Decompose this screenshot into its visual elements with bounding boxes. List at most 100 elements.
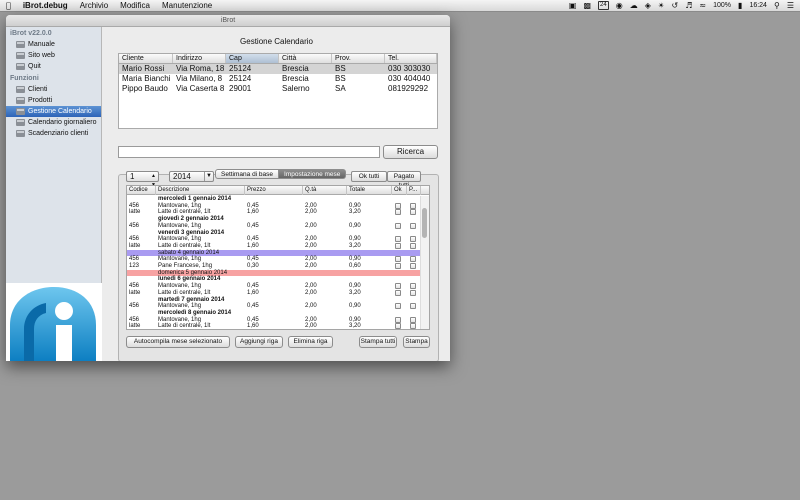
sync-icon[interactable]: ◉ bbox=[616, 1, 623, 10]
ok-checkbox[interactable] bbox=[395, 289, 401, 296]
spotlight-icon[interactable]: ⚲ bbox=[774, 1, 780, 10]
wifi-icon[interactable]: ≈ bbox=[699, 1, 706, 10]
table-row[interactable]: latte Latte di centrale, 1lt 1,60 2,00 3,20 bbox=[127, 242, 421, 250]
paid-all-button[interactable]: Pagato tutti bbox=[387, 171, 421, 189]
tab-settimana-di-base[interactable]: Settimana di base bbox=[215, 169, 280, 179]
ok-checkbox[interactable] bbox=[395, 236, 401, 243]
paid-checkbox[interactable] bbox=[410, 256, 416, 263]
table-row[interactable]: latte Latte di centrale, 1lt 1,60 2,00 3,20 bbox=[127, 323, 421, 329]
tab-impostazione-mese[interactable]: Impostazione mese bbox=[279, 169, 347, 179]
col-prov[interactable]: Prov. bbox=[332, 54, 385, 63]
apple-icon[interactable]:  bbox=[0, 1, 17, 10]
menu-archivio[interactable]: Archivio bbox=[74, 1, 114, 10]
ok-checkbox[interactable] bbox=[395, 323, 401, 329]
tag-icon[interactable]: ◈ bbox=[645, 1, 651, 10]
ok-checkbox[interactable] bbox=[395, 263, 401, 269]
ok-checkbox[interactable] bbox=[395, 283, 401, 290]
paid-checkbox[interactable] bbox=[410, 283, 416, 290]
table-row[interactable]: latte Latte di centrale, 1lt 1,60 2,00 3,20 bbox=[127, 209, 421, 216]
col-cap[interactable]: Cap bbox=[226, 54, 279, 63]
table-row[interactable]: latte Latte di centrale, 1lt 1,60 2,00 3,20 bbox=[127, 289, 421, 297]
table-row[interactable]: 123 Pane Francese, 1hg 0,30 2,00 0,60 bbox=[127, 263, 421, 270]
bluetooth-icon[interactable]: ✴ bbox=[658, 1, 665, 10]
menu-manutenzione[interactable]: Manutenzione bbox=[156, 1, 218, 10]
table-row[interactable]: 456 Mantovane, 1hg 0,45 2,00 0,90 bbox=[127, 236, 421, 243]
col-quantita[interactable]: Q.tà bbox=[303, 186, 347, 195]
col-codice[interactable]: Codice bbox=[127, 186, 156, 195]
time-machine-icon[interactable]: ↺ bbox=[672, 1, 679, 10]
col-indirizzo[interactable]: Indirizzo bbox=[173, 54, 226, 63]
col-prezzo[interactable]: Prezzo bbox=[245, 186, 303, 195]
paid-checkbox[interactable] bbox=[410, 242, 416, 249]
menu-app-name[interactable]: iBrot.debug bbox=[17, 1, 74, 10]
screenshot-icon[interactable]: ▣ bbox=[569, 1, 577, 10]
sidebar-item-clienti[interactable]: Clienti bbox=[6, 84, 101, 95]
clients-table[interactable]: Cliente Indirizzo Cap Città Prov. Tel. M… bbox=[118, 53, 438, 129]
table-row[interactable]: 456 Mantovane, 1hg 0,45 2,00 0,90 bbox=[127, 202, 421, 210]
day-header-row[interactable]: sabato 4 gennaio 2014 bbox=[127, 249, 421, 257]
calendar-day-icon[interactable]: 24 bbox=[598, 1, 609, 10]
search-input[interactable] bbox=[118, 146, 380, 158]
clock[interactable]: 16:24 bbox=[749, 2, 767, 9]
table-row[interactable]: 456 Mantovane, 1hg 0,45 2,00 0,90 bbox=[127, 222, 421, 230]
col-ok[interactable]: Ok bbox=[392, 186, 407, 195]
chevron-down-icon[interactable]: ▼ bbox=[204, 172, 213, 181]
cloud-icon[interactable]: ☁ bbox=[630, 1, 638, 10]
battery-icon[interactable]: ▮ bbox=[738, 1, 742, 10]
notification-center-icon[interactable]: ☰ bbox=[787, 1, 794, 10]
day-header-row[interactable]: domenica 5 gennaio 2014 bbox=[127, 269, 421, 277]
volume-icon[interactable]: ♬ bbox=[685, 1, 692, 10]
col-totale[interactable]: Totale bbox=[347, 186, 392, 195]
paid-checkbox[interactable] bbox=[410, 236, 416, 243]
sidebar-item-quit[interactable]: Quit bbox=[6, 61, 101, 72]
table-row[interactable]: 456 Mantovane, 1hg 0,45 2,00 0,90 bbox=[127, 283, 421, 290]
month-rows-table[interactable]: Codice Descrizione Prezzo Q.tà Totale Ok… bbox=[126, 185, 430, 330]
ok-checkbox[interactable] bbox=[395, 209, 401, 216]
day-header-row[interactable]: giovedì 2 gennaio 2014 bbox=[127, 216, 421, 223]
col-cliente[interactable]: Cliente bbox=[119, 54, 173, 63]
paid-checkbox[interactable] bbox=[410, 303, 416, 310]
paid-checkbox[interactable] bbox=[410, 263, 416, 269]
sidebar-item-scadenziario-clienti[interactable]: Scadenziario clienti bbox=[6, 128, 101, 139]
paid-checkbox[interactable] bbox=[410, 316, 416, 323]
sidebar-item-manuale[interactable]: Manuale bbox=[6, 39, 101, 50]
ok-checkbox[interactable] bbox=[395, 222, 401, 229]
sidebar-item-sito-web[interactable]: Sito web bbox=[6, 50, 101, 61]
day-header-row[interactable]: mercoledì 1 gennaio 2014 bbox=[127, 196, 421, 203]
ok-checkbox[interactable] bbox=[395, 242, 401, 249]
briefcase-icon[interactable]: ▩ bbox=[583, 1, 591, 10]
day-header-row[interactable]: lunedì 6 gennaio 2014 bbox=[127, 276, 421, 283]
day-header-row[interactable]: mercoledì 8 gennaio 2014 bbox=[127, 310, 421, 317]
table-row[interactable]: Maria Bianchi Via Milano, 8 25124 Brescia BS… bbox=[119, 74, 437, 84]
day-header-row[interactable]: martedì 7 gennaio 2014 bbox=[127, 297, 421, 304]
paid-checkbox[interactable] bbox=[410, 202, 416, 209]
paid-checkbox[interactable] bbox=[410, 222, 416, 229]
table-row[interactable]: 456 Mantovane, 1hg 0,45 2,00 0,90 bbox=[127, 256, 421, 263]
print-all-button[interactable]: Stampa tutti bbox=[359, 336, 397, 348]
ok-checkbox[interactable] bbox=[395, 202, 401, 209]
col-citta[interactable]: Città bbox=[279, 54, 332, 63]
delete-row-button[interactable]: Elimina riga bbox=[288, 336, 333, 348]
col-pagato[interactable]: P... bbox=[407, 186, 421, 195]
sidebar-item-calendario-giornaliero[interactable]: Calendario giornaliero bbox=[6, 117, 101, 128]
paid-checkbox[interactable] bbox=[410, 289, 416, 296]
menu-modifica[interactable]: Modifica bbox=[114, 1, 156, 10]
table-row[interactable]: Mario Rossi Via Roma, 18 25124 Brescia BS 030… bbox=[119, 64, 437, 74]
col-tel[interactable]: Tel. bbox=[385, 54, 437, 63]
scrollbar-thumb[interactable] bbox=[422, 208, 427, 238]
table-row[interactable]: 456 Mantovane, 1hg 0,45 2,00 0,90 bbox=[127, 316, 421, 324]
paid-checkbox[interactable] bbox=[410, 209, 416, 216]
year-select[interactable]: 2014 ▼ bbox=[169, 171, 214, 182]
table-row[interactable]: Pippo Baudo Via Caserta 8 29001 Salerno SA 08… bbox=[119, 84, 437, 94]
month-stepper[interactable]: 1 ▲▼ bbox=[126, 171, 159, 188]
scrollbar[interactable] bbox=[420, 196, 429, 329]
ok-checkbox[interactable] bbox=[395, 256, 401, 263]
window-title[interactable]: iBrot bbox=[6, 15, 450, 27]
paid-checkbox[interactable] bbox=[410, 323, 416, 329]
ok-checkbox[interactable] bbox=[395, 303, 401, 310]
print-button[interactable]: Stampa bbox=[403, 336, 430, 348]
table-row[interactable]: 456 Mantovane, 1hg 0,45 2,00 0,90 bbox=[127, 303, 421, 310]
day-header-row[interactable]: venerdì 3 gennaio 2014 bbox=[127, 230, 421, 237]
sidebar-item-prodotti[interactable]: Prodotti bbox=[6, 95, 101, 106]
col-descrizione[interactable]: Descrizione bbox=[156, 186, 245, 195]
